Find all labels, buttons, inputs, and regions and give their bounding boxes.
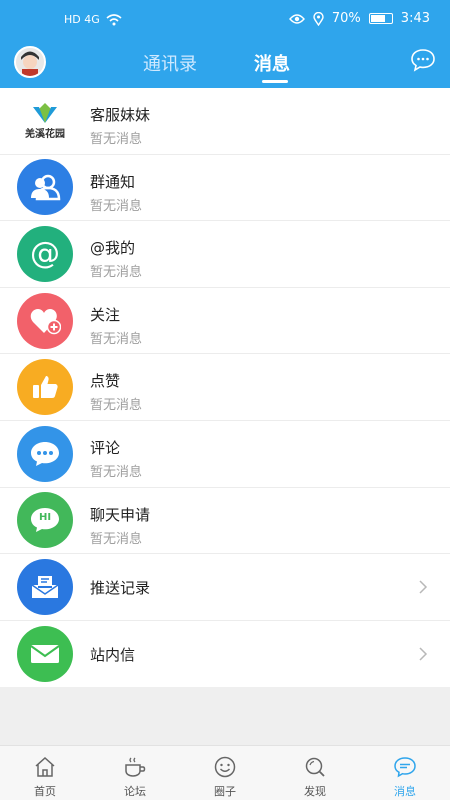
list-item-likes[interactable]: 点赞 暂无消息 (0, 354, 450, 421)
eye-icon (288, 13, 305, 24)
item-title: 聊天申请 (90, 505, 151, 524)
message-list: 羌溪花园 客服妹妹 暂无消息 群通知 暂无消息 @ @我的 暂无消息 关注 暂无… (0, 88, 450, 688)
item-subtitle: 暂无消息 (90, 132, 143, 147)
tab-contacts[interactable]: 通讯录 (143, 50, 197, 76)
item-title: 评论 (90, 438, 121, 457)
nav-label: 圈子 (214, 785, 236, 798)
chevron-right-icon (419, 580, 428, 594)
nav-label: 消息 (394, 785, 416, 798)
header-tabs: 通讯录 消息 (0, 44, 450, 84)
item-subtitle: 暂无消息 (90, 265, 143, 281)
list-item-follow[interactable]: 关注 暂无消息 (0, 288, 450, 355)
active-tab-indicator (262, 80, 288, 83)
home-icon (35, 756, 55, 777)
item-title: 推送记录 (90, 579, 151, 598)
item-title: 关注 (90, 305, 121, 324)
search-icon (305, 757, 325, 777)
heart-plus-icon (17, 292, 73, 349)
network-label: HD 4G (64, 13, 100, 26)
chevron-right-icon (419, 647, 428, 661)
list-item-push-records[interactable]: 推送记录 (0, 554, 450, 621)
device-status: 70% 3:43 (288, 11, 430, 26)
list-item-mentions[interactable]: @ @我的 暂无消息 (0, 221, 450, 288)
chat-hi-text: HI (38, 512, 52, 524)
push-record-icon (17, 558, 73, 615)
nav-home[interactable]: 首页 (0, 746, 90, 800)
list-item-inbox[interactable]: 站内信 (0, 621, 450, 688)
mail-icon (17, 626, 73, 683)
list-item-group-notice[interactable]: 群通知 暂无消息 (0, 155, 450, 222)
smile-circle-icon (214, 756, 236, 778)
item-subtitle: 暂无消息 (90, 464, 143, 480)
nav-label: 发现 (304, 785, 326, 798)
item-subtitle: 暂无消息 (90, 331, 143, 347)
message-icon (394, 757, 416, 778)
clock: 3:43 (400, 11, 430, 26)
comment-icon (17, 425, 73, 482)
chat-hi-icon: HI (17, 492, 73, 549)
item-title: @我的 (90, 239, 136, 258)
brand-logo: 羌溪花园 (17, 93, 73, 149)
item-title: 点赞 (90, 372, 121, 391)
nav-discover[interactable]: 发现 (270, 746, 360, 800)
item-title: 客服妹妹 (90, 106, 151, 124)
coffee-icon (125, 757, 146, 777)
thumbs-up-icon (17, 359, 73, 416)
at-icon: @ (17, 225, 73, 282)
wifi-icon (106, 13, 122, 25)
bottom-nav: 首页 论坛 圈子 发现 消息 (0, 745, 450, 800)
chat-bubble-icon[interactable] (410, 48, 436, 72)
item-subtitle: 暂无消息 (90, 531, 143, 547)
nav-label: 首页 (34, 785, 56, 798)
item-subtitle: 暂无消息 (90, 198, 143, 214)
group-icon (17, 159, 73, 216)
battery-icon (368, 13, 393, 24)
item-subtitle: 暂无消息 (90, 398, 143, 414)
tab-messages[interactable]: 消息 (254, 50, 290, 76)
nav-circle[interactable]: 圈子 (180, 746, 270, 800)
battery-percent: 70% (331, 11, 361, 26)
brand-logo-mark (33, 103, 57, 124)
item-title: 站内信 (90, 645, 136, 664)
item-title: 群通知 (90, 172, 136, 191)
list-item-comments[interactable]: 评论 暂无消息 (0, 421, 450, 488)
top-bar: HD 4G 70% 3:43 通讯录 消息 (0, 0, 450, 88)
nav-label: 论坛 (124, 785, 146, 798)
nav-messages[interactable]: 消息 (360, 746, 450, 800)
brand-logo-text: 羌溪花园 (25, 129, 65, 141)
nav-forum[interactable]: 论坛 (90, 746, 180, 800)
list-item-customer-service[interactable]: 羌溪花园 客服妹妹 暂无消息 (0, 88, 450, 155)
location-icon (313, 11, 324, 26)
network-status: HD 4G (64, 13, 122, 26)
status-bar: HD 4G 70% 3:43 (0, 0, 450, 40)
list-item-chat-request[interactable]: HI 聊天申请 暂无消息 (0, 488, 450, 555)
